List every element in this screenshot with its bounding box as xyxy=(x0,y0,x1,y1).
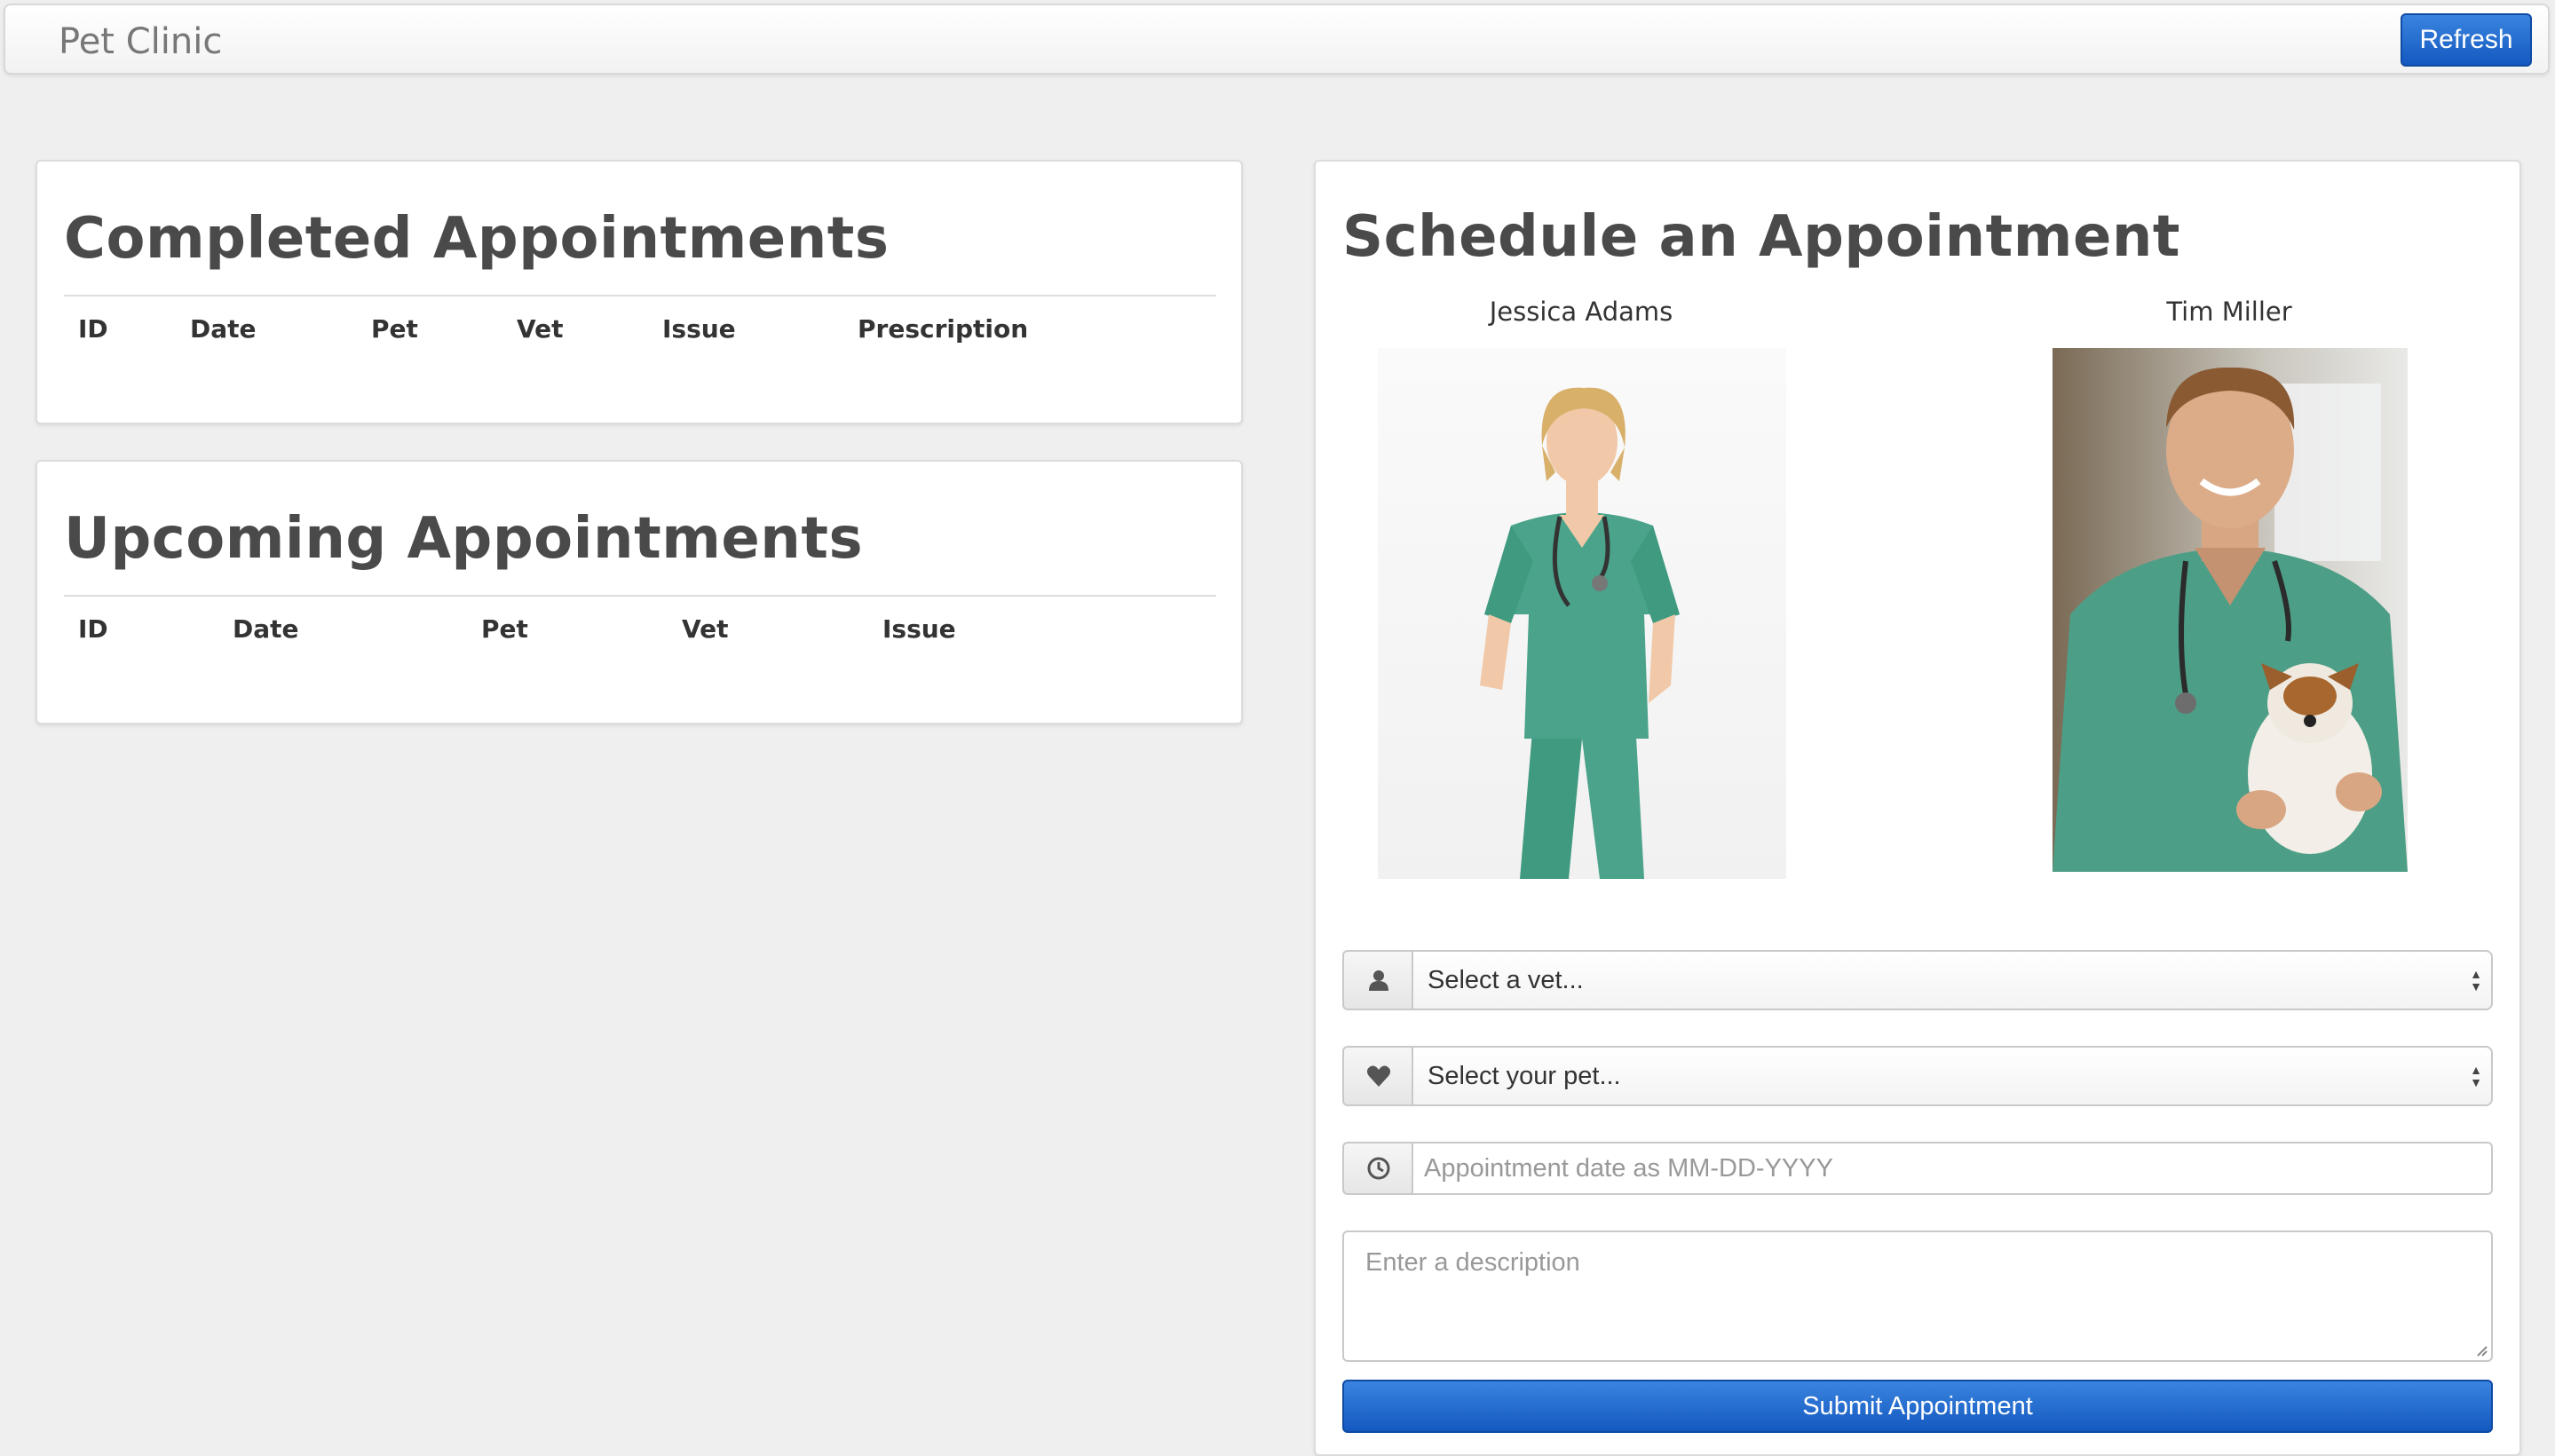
user-icon xyxy=(1369,970,1388,991)
completed-appointments-title: Completed Appointments xyxy=(64,206,890,272)
completed-col-id: ID xyxy=(78,314,108,344)
upcoming-col-date: Date xyxy=(233,614,299,644)
schedule-appointment-title: Schedule an Appointment xyxy=(1342,204,2180,270)
pet-select-value: Select your pet... xyxy=(1428,1061,1621,1090)
upcoming-appointments-title: Upcoming Appointments xyxy=(64,506,864,572)
vet-name-tim: Tim Miller xyxy=(2166,297,2292,327)
upcoming-appointments-panel: Upcoming Appointments ID Date Pet Vet Is… xyxy=(36,460,1243,724)
submit-appointment-button[interactable]: Submit Appointment xyxy=(1342,1380,2493,1433)
completed-col-date: Date xyxy=(190,314,257,344)
completed-title-divider xyxy=(64,295,1216,297)
completed-col-prescription: Prescription xyxy=(858,314,1029,344)
resize-grip-icon[interactable] xyxy=(2473,1342,2488,1357)
description-textarea[interactable]: Enter a description xyxy=(1342,1230,2493,1362)
select-arrows-icon: ▲ ▼ xyxy=(2470,1063,2482,1089)
upcoming-col-vet: Vet xyxy=(682,614,729,644)
refresh-button[interactable]: Refresh xyxy=(2401,13,2532,67)
upcoming-col-id: ID xyxy=(78,614,108,644)
brand-title[interactable]: Pet Clinic xyxy=(59,21,222,62)
upcoming-title-divider xyxy=(64,595,1216,597)
vet-select-addon xyxy=(1342,950,1413,1010)
vet-tim-illustration xyxy=(2053,367,2408,872)
vet-photo-tim[interactable] xyxy=(2053,348,2408,872)
vet-select[interactable]: Select a vet... ▲ ▼ xyxy=(1412,950,2493,1010)
clock-icon xyxy=(1367,1157,1390,1180)
description-placeholder: Enter a description xyxy=(1365,1248,1580,1277)
vet-name-jessica: Jessica Adams xyxy=(1489,297,1673,327)
date-input-placeholder: Appointment date as MM-DD-YYYY xyxy=(1424,1153,1833,1183)
date-input-addon xyxy=(1342,1142,1413,1195)
completed-appointments-panel: Completed Appointments ID Date Pet Vet I… xyxy=(36,160,1243,424)
vet-select-value: Select a vet... xyxy=(1428,965,1584,994)
completed-col-issue: Issue xyxy=(662,314,736,344)
date-input[interactable]: Appointment date as MM-DD-YYYY xyxy=(1412,1142,2493,1195)
vet-jessica-illustration xyxy=(1480,387,1680,879)
pet-select[interactable]: Select your pet... ▲ ▼ xyxy=(1412,1046,2493,1106)
heart-icon xyxy=(1366,1065,1391,1087)
completed-col-pet: Pet xyxy=(371,314,418,344)
select-arrows-icon: ▲ ▼ xyxy=(2470,967,2482,993)
upcoming-col-issue: Issue xyxy=(882,614,956,644)
vet-photo-jessica[interactable] xyxy=(1378,348,1786,879)
navbar: Pet Clinic Refresh xyxy=(4,4,2550,75)
pet-select-addon xyxy=(1342,1046,1413,1106)
completed-col-vet: Vet xyxy=(517,314,564,344)
upcoming-col-pet: Pet xyxy=(481,614,528,644)
